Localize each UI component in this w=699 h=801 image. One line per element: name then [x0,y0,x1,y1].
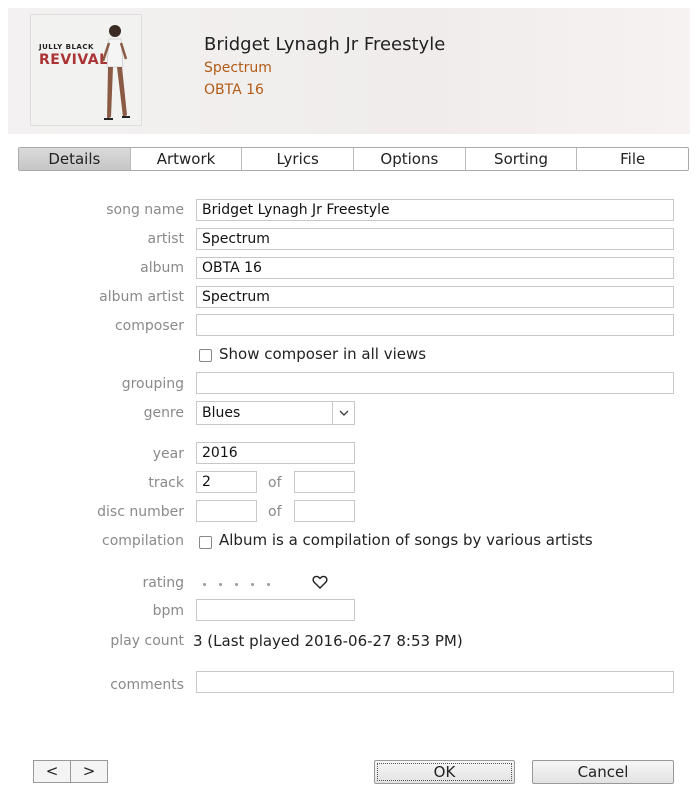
show-composer-label: Show composer in all views [219,345,427,363]
album-field[interactable]: OBTA 16 [196,257,674,279]
show-composer-checkbox[interactable] [199,349,212,362]
rating-label: rating [142,575,184,591]
rating-star-1[interactable] [203,583,206,586]
tab-details[interactable]: Details [19,148,131,170]
play-count-label: play count [110,633,184,649]
genre-label: genre [143,405,184,421]
track-header: JULLY BLACK REVIVAL Bridget Lynagh Jr Fr… [8,8,690,134]
header-album: OBTA 16 [204,82,264,98]
track-label: track [148,475,184,491]
header-song-title: Bridget Lynagh Jr Freestyle [204,34,446,55]
bpm-field[interactable] [196,599,355,621]
song-name-label: song name [106,202,184,218]
comments-field[interactable] [196,671,674,693]
focus-ring [377,763,512,781]
album-art-figure [101,25,130,120]
track-of-label: of [268,475,282,491]
rating-star-4[interactable] [251,583,254,586]
album-artist-field[interactable]: Spectrum [196,286,674,308]
genre-select[interactable]: Blues [196,401,333,425]
artist-field[interactable]: Spectrum [196,228,674,250]
year-label: year [152,446,184,462]
comments-label: comments [110,677,184,693]
compilation-label: compilation [102,533,184,549]
composer-field[interactable] [196,314,674,336]
next-track-button[interactable]: > [70,760,108,783]
bpm-label: bpm [152,603,184,619]
compilation-checkbox[interactable] [199,536,212,549]
album-artwork: JULLY BLACK REVIVAL [30,14,142,126]
year-field[interactable]: 2016 [196,442,355,464]
rating-star-3[interactable] [235,583,238,586]
rating-star-2[interactable] [219,583,222,586]
previous-track-button[interactable]: < [33,760,71,783]
disc-number-field[interactable] [196,500,257,522]
song-name-field[interactable]: Bridget Lynagh Jr Freestyle [196,199,674,221]
tab-options[interactable]: Options [354,148,466,170]
album-label: album [140,260,184,276]
track-navigation: < > [33,760,108,783]
heart-icon[interactable] [312,574,328,590]
rating-stars[interactable] [203,577,270,586]
header-artist: Spectrum [204,60,272,76]
cancel-button[interactable]: Cancel [532,760,674,784]
chevron-down-icon[interactable] [332,401,355,425]
tab-file[interactable]: File [577,148,688,170]
grouping-label: grouping [121,376,184,392]
tab-artwork[interactable]: Artwork [131,148,243,170]
track-number-field[interactable]: 2 [196,471,257,493]
tab-lyrics[interactable]: Lyrics [242,148,355,170]
grouping-field[interactable] [196,372,674,394]
composer-label: composer [114,318,184,334]
disc-number-label: disc number [97,504,184,520]
play-count-value: 3 (Last played 2016-06-27 8:53 PM) [193,632,463,650]
compilation-checkbox-label: Album is a compilation of songs by vario… [219,531,593,549]
disc-of-label: of [268,504,282,520]
tab-sorting[interactable]: Sorting [466,148,578,170]
album-artist-label: album artist [99,289,184,305]
ok-button[interactable]: OK [374,760,515,784]
artist-label: artist [147,231,185,247]
album-art-text-line1: JULLY BLACK [39,43,94,51]
track-count-field[interactable] [294,471,355,493]
tab-bar: Details Artwork Lyrics Options Sorting F… [18,147,689,171]
rating-star-5[interactable] [267,583,270,586]
disc-count-field[interactable] [294,500,355,522]
